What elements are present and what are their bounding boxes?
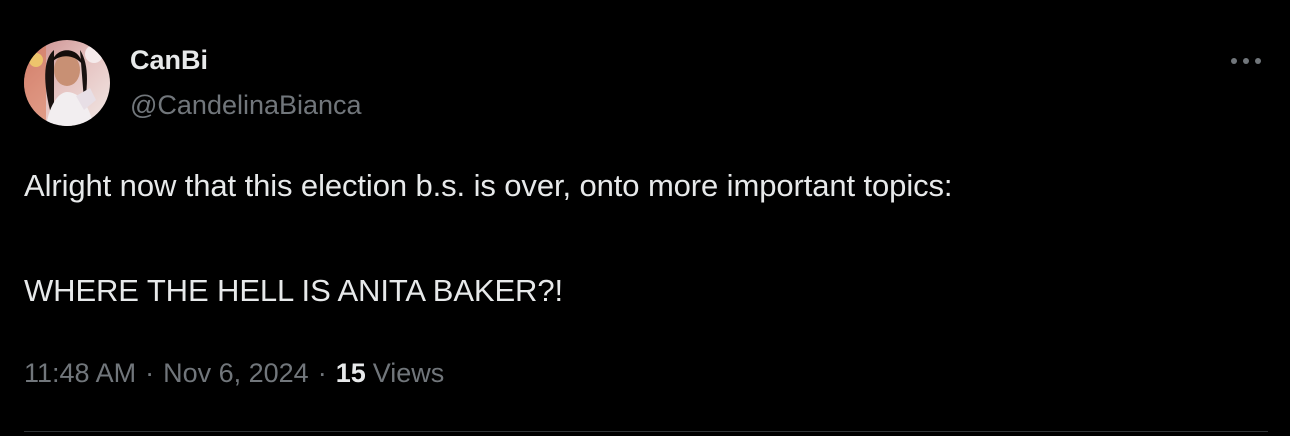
views-label: Views (372, 358, 445, 388)
tweet-text-line-2: WHERE THE HELL IS ANITA BAKER?! (24, 273, 563, 308)
views-count: 15 (335, 358, 366, 388)
tweet: CanBi @CandelinaBianca Alright now that … (0, 0, 1290, 436)
divider (24, 431, 1268, 432)
meta-separator: · (145, 358, 155, 388)
tweet-text-line-1: Alright now that this election b.s. is o… (24, 168, 953, 203)
tweet-meta: 11:48 AM · Nov 6, 2024 · 15 Views (24, 355, 444, 391)
avatar-image (24, 40, 110, 126)
tweet-time[interactable]: 11:48 AM (24, 355, 136, 391)
more-horizontal-icon (1230, 57, 1262, 65)
avatar[interactable] (24, 40, 110, 126)
meta-separator: · (317, 358, 327, 388)
display-name[interactable]: CanBi (130, 43, 208, 77)
user-handle[interactable]: @CandelinaBianca (130, 88, 362, 122)
tweet-date[interactable]: Nov 6, 2024 (163, 355, 309, 391)
more-options-button[interactable] (1224, 46, 1268, 76)
